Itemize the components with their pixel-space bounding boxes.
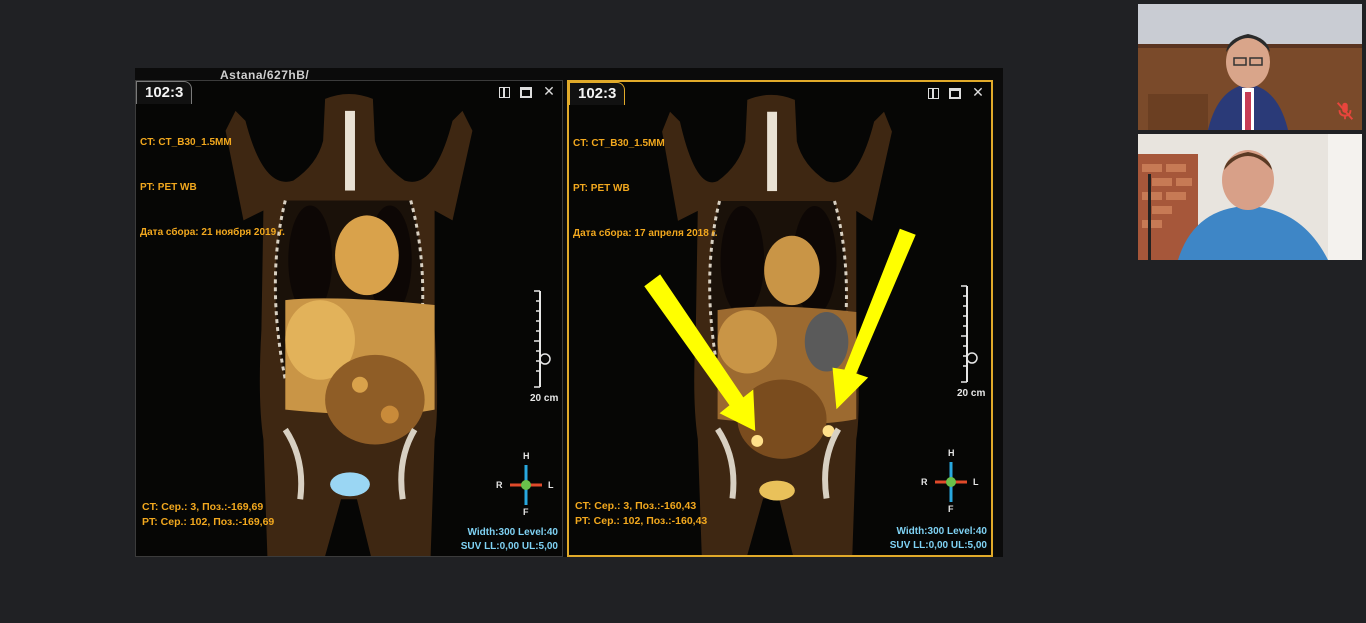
participant-video-1[interactable] bbox=[1138, 4, 1362, 130]
window-level-info: Width:300 Level:40 SUV LL:0,00 UL:5,00 bbox=[890, 525, 987, 553]
shared-screen: Astana/627hB/ 102:3 ✕ CT: CT_B30_1.5MM P… bbox=[135, 68, 1003, 557]
orient-h: H bbox=[948, 448, 955, 458]
panel-window-controls: ✕ bbox=[928, 82, 985, 104]
orientation-cube: H F R L bbox=[496, 451, 556, 517]
ct-position: CT: Сер.: 3, Поз.:-169,69 bbox=[142, 501, 264, 513]
pt-position: PT: Сер.: 102, Поз.:-160,43 bbox=[575, 515, 708, 527]
layout-icon[interactable] bbox=[928, 87, 939, 99]
orientation-icon bbox=[935, 462, 967, 502]
viewer-panel-right[interactable]: 102:3 ✕ CT: CT_B30_1.5MM PT: PET WB Дата… bbox=[567, 80, 993, 557]
participant-avatar bbox=[1138, 134, 1362, 260]
participant-avatar bbox=[1138, 4, 1362, 130]
orient-h: H bbox=[523, 451, 530, 461]
width-level: Width:300 Level:40 bbox=[467, 527, 559, 538]
scale-label: 20 cm bbox=[957, 388, 986, 399]
scale-bar-icon bbox=[961, 285, 978, 383]
close-icon[interactable]: ✕ bbox=[542, 85, 556, 99]
orient-l: L bbox=[548, 480, 554, 490]
maximize-icon[interactable] bbox=[520, 86, 532, 98]
orient-r: R bbox=[496, 480, 503, 490]
orientation-cube: H F R L bbox=[921, 448, 981, 514]
suv-range: SUV LL:0,00 UL:5,00 bbox=[889, 540, 987, 551]
pt-series-label: PT: PET WB bbox=[573, 183, 630, 194]
viewer-panel-left[interactable]: 102:3 ✕ CT: CT_B30_1.5MM PT: PET WB Дата… bbox=[135, 80, 563, 557]
ct-series-label: CT: CT_B30_1.5MM bbox=[573, 138, 665, 149]
width-level: Width:300 Level:40 bbox=[896, 526, 988, 537]
window-level-info: Width:300 Level:40 SUV LL:0,00 UL:5,00 bbox=[461, 526, 558, 554]
layout-icon[interactable] bbox=[499, 86, 510, 98]
ct-series-label: CT: CT_B30_1.5MM bbox=[140, 137, 232, 148]
panel-window-controls: ✕ bbox=[499, 81, 556, 103]
acquisition-date: Дата сбора: 21 ноября 2019 г. bbox=[140, 227, 285, 238]
microphone-off-icon[interactable] bbox=[1334, 100, 1356, 122]
ct-position: CT: Сер.: 3, Поз.:-160,43 bbox=[575, 500, 697, 512]
scale-bar-icon bbox=[534, 290, 551, 388]
orient-r: R bbox=[921, 477, 928, 487]
series-info: CT: CT_B30_1.5MM PT: PET WB Дата сбора: … bbox=[573, 106, 718, 271]
scale-label: 20 cm bbox=[530, 393, 559, 404]
position-info: CT: Сер.: 3, Поз.:-169,69 PT: Сер.: 102,… bbox=[142, 500, 274, 530]
orientation-icon bbox=[510, 465, 542, 505]
orient-f: F bbox=[523, 507, 529, 517]
suv-range: SUV LL:0,00 UL:5,00 bbox=[460, 541, 558, 552]
pt-series-label: PT: PET WB bbox=[140, 182, 197, 193]
orient-l: L bbox=[973, 477, 979, 487]
acquisition-date: Дата сбора: 17 апреля 2018 г. bbox=[573, 228, 718, 239]
close-icon[interactable]: ✕ bbox=[971, 86, 985, 100]
position-info: CT: Сер.: 3, Поз.:-160,43 PT: Сер.: 102,… bbox=[575, 499, 707, 529]
orient-f: F bbox=[948, 504, 954, 514]
maximize-icon[interactable] bbox=[949, 87, 961, 99]
pt-position: PT: Сер.: 102, Поз.:-169,69 bbox=[142, 516, 275, 528]
panel-tab[interactable]: 102:3 bbox=[569, 82, 626, 105]
participant-video-2[interactable] bbox=[1138, 134, 1362, 260]
panel-tab[interactable]: 102:3 bbox=[136, 81, 193, 104]
series-info: CT: CT_B30_1.5MM PT: PET WB Дата сбора: … bbox=[140, 105, 285, 270]
